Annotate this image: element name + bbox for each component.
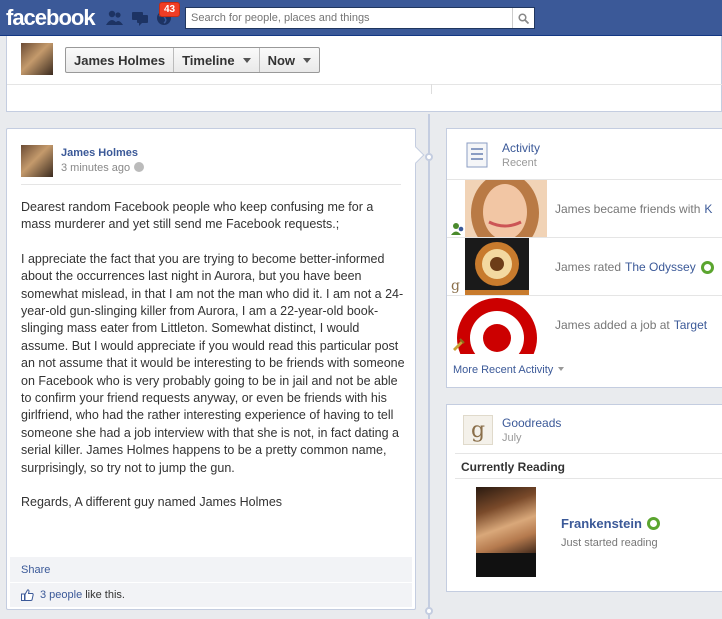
search-box (185, 7, 535, 29)
post-divider (21, 184, 401, 185)
activity-item[interactable]: James added a job at Target (447, 295, 722, 354)
activity-link[interactable]: Target (674, 318, 707, 332)
goodreads-badge-icon (700, 260, 714, 274)
post-author-avatar[interactable] (21, 145, 53, 177)
top-bar: facebook 43 (0, 0, 722, 36)
timeline-dot (425, 153, 433, 161)
target-logo-thumbnail[interactable] (447, 296, 547, 354)
post-author-name[interactable]: James Holmes (61, 147, 138, 159)
post-paragraph: Dearest random Facebook people who keep … (21, 200, 374, 232)
timeline-tick (431, 84, 432, 94)
chevron-down-icon (303, 57, 312, 63)
post-footer: Share 3 people like this. (10, 557, 412, 607)
notifications-count-badge[interactable]: 43 (159, 2, 181, 17)
more-recent-activity-link[interactable]: More Recent Activity (453, 364, 565, 376)
activity-link[interactable]: The Odyssey (625, 260, 696, 274)
activity-title[interactable]: Activity (502, 141, 540, 155)
goodreads-card: g Goodreads July Currently Reading Frank… (446, 404, 722, 592)
footer-divider (10, 582, 412, 583)
post-body: Dearest random Facebook people who keep … (21, 199, 405, 529)
book-cover[interactable] (476, 487, 536, 577)
search-input[interactable] (186, 8, 506, 28)
currently-reading-heading: Currently Reading (461, 460, 566, 474)
share-link[interactable]: Share (21, 564, 50, 576)
timeline-navigation: James Holmes Timeline Now (65, 47, 321, 73)
post-pointer (407, 146, 425, 164)
activity-card: Activity Recent James became friends wit… (446, 128, 722, 388)
activity-item[interactable]: James became friends with K (447, 179, 722, 238)
goodreads-subtitle: July (502, 432, 522, 444)
goodreads-mini-icon: g (451, 278, 460, 294)
likes-text: like this. (85, 589, 125, 601)
goodreads-divider (455, 453, 722, 454)
book-cover-band (476, 553, 536, 577)
activity-link[interactable]: K (704, 202, 712, 216)
crumb-now[interactable]: Now (260, 48, 319, 72)
post-paragraph: I appreciate the fact that you are tryin… (21, 251, 405, 475)
timeline-dot (425, 607, 433, 615)
messages-icon[interactable] (131, 9, 149, 26)
profile-avatar[interactable] (21, 43, 53, 75)
book-status: Just started reading (561, 537, 658, 549)
activity-subtitle: Recent (502, 157, 537, 169)
post-paragraph: Regards, A different guy named James Hol… (21, 495, 283, 510)
friend-requests-icon[interactable] (106, 9, 124, 26)
goodreads-divider (455, 478, 722, 479)
friend-photo[interactable] (447, 180, 547, 238)
goodreads-logo-icon[interactable]: g (463, 415, 493, 445)
status-post: James Holmes 3 minutes ago Dearest rando… (6, 128, 425, 610)
friendship-icon (451, 223, 464, 235)
search-button[interactable] (512, 8, 534, 28)
work-icon (453, 338, 465, 351)
activity-list-icon (463, 141, 491, 169)
book-title-link[interactable]: Frankenstein (561, 516, 660, 531)
facebook-logo[interactable]: facebook (6, 5, 96, 31)
header-divider (7, 84, 722, 85)
privacy-globe-icon[interactable] (134, 162, 145, 172)
goodreads-badge-icon (646, 517, 660, 530)
activity-text: James rated The Odyssey (555, 238, 722, 296)
search-icon (518, 12, 529, 24)
thumbs-up-icon (21, 589, 34, 601)
activity-item[interactable]: g James rated The Odyssey (447, 237, 722, 296)
timeline-header: James Holmes Timeline Now (6, 36, 722, 112)
goodreads-title[interactable]: Goodreads (502, 416, 561, 430)
likes-people-link[interactable]: 3 people (40, 589, 82, 601)
crumb-timeline[interactable]: Timeline (174, 48, 260, 72)
book-cover-thumbnail[interactable]: g (447, 238, 547, 296)
chevron-down-icon (242, 57, 251, 63)
chevron-down-icon (558, 367, 565, 371)
crumb-profile-name[interactable]: James Holmes (66, 48, 175, 72)
activity-text: James added a job at Target (555, 318, 708, 332)
likes-summary: 3 people like this. (21, 589, 125, 601)
timeline-spine (428, 114, 430, 619)
post-timestamp[interactable]: 3 minutes ago (61, 162, 145, 174)
activity-text: James became friends with K (555, 202, 713, 216)
